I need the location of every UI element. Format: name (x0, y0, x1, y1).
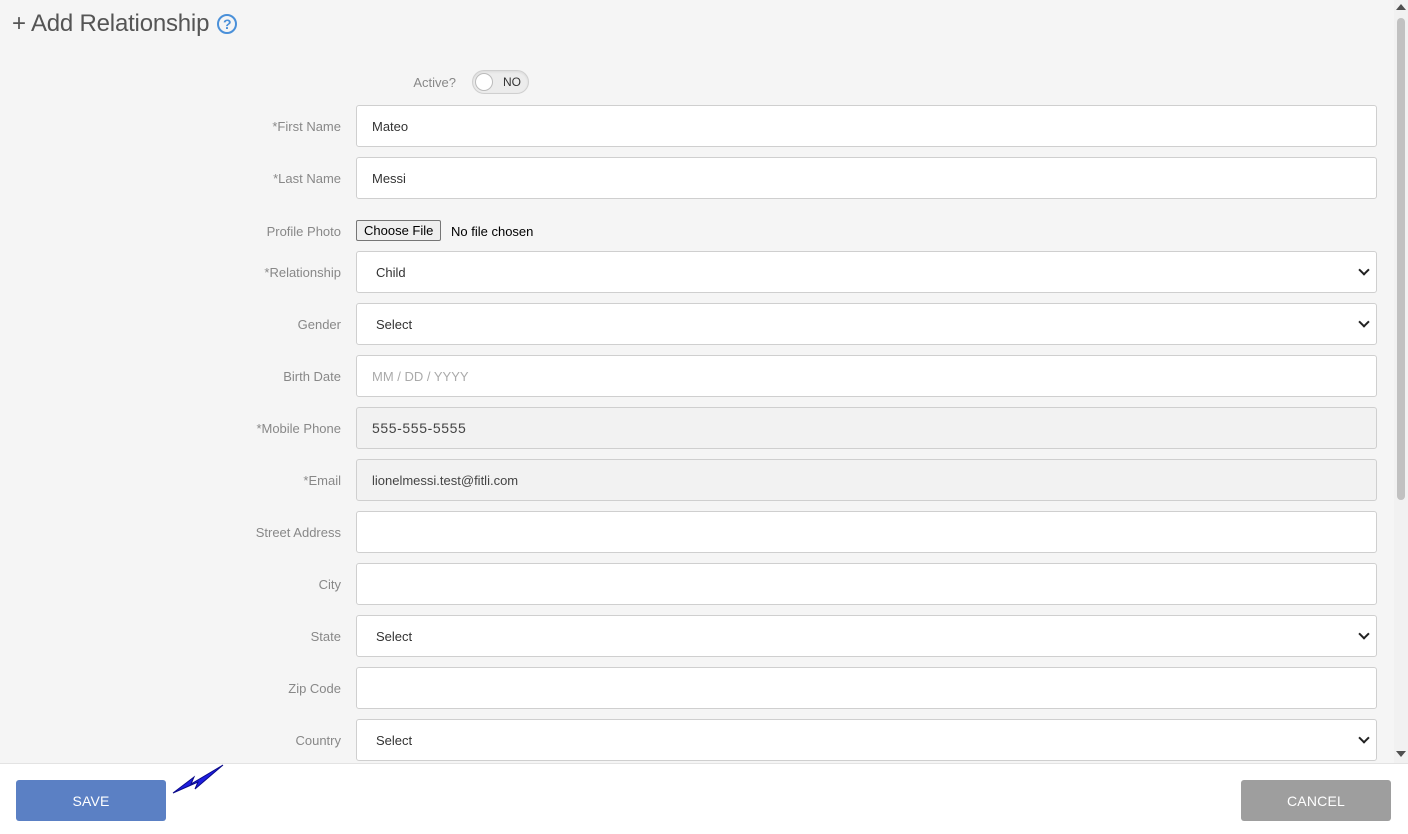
active-row: Active? NO (0, 70, 1394, 94)
street-address-label: Street Address (255, 524, 341, 540)
scroll-up-arrow-icon[interactable] (1396, 4, 1406, 10)
street-address-input[interactable] (356, 511, 1377, 553)
active-label: Active? (413, 74, 456, 90)
scroll-down-arrow-icon[interactable] (1396, 751, 1406, 757)
vertical-scrollbar[interactable] (1394, 0, 1408, 763)
profile-photo-row: Profile Photo Choose File No file chosen (0, 219, 1394, 243)
pointer-arrow-icon (172, 764, 224, 794)
email-row: *Email lionelmessi.test@fitli.com (0, 459, 1394, 501)
country-value: Select (376, 732, 413, 748)
country-select[interactable]: Select (356, 719, 1377, 761)
chevron-down-icon (1358, 316, 1370, 328)
street-address-row: Street Address (0, 511, 1394, 553)
scrollbar-thumb[interactable] (1397, 18, 1405, 500)
first-name-label: *First Name (272, 118, 341, 134)
last-name-input[interactable]: Messi (356, 157, 1377, 199)
page-title-text: + Add Relationship (12, 10, 210, 37)
save-button[interactable]: SAVE (16, 780, 166, 821)
zip-code-label: Zip Code (288, 680, 341, 696)
first-name-input[interactable]: Mateo (356, 105, 1377, 147)
state-label: State (310, 628, 341, 644)
state-select[interactable]: Select (356, 615, 1377, 657)
city-input[interactable] (356, 563, 1377, 605)
state-value: Select (376, 628, 413, 644)
mobile-phone-label: *Mobile Phone (256, 420, 341, 436)
relationship-row: *Relationship Child (0, 251, 1394, 293)
page-title: + Add Relationship ? (12, 10, 238, 38)
file-status: No file chosen (451, 223, 534, 239)
footer-bar: SAVE CANCEL (0, 763, 1408, 834)
gender-value: Select (376, 316, 413, 332)
profile-photo-label: Profile Photo (266, 223, 341, 239)
choose-file-button[interactable]: Choose File (356, 220, 442, 241)
toggle-state: NO (503, 75, 521, 89)
question-circle-icon[interactable]: ? (217, 14, 238, 34)
gender-label: Gender (297, 316, 341, 332)
city-label: City (318, 576, 341, 592)
chevron-down-icon (1358, 732, 1370, 744)
city-row: City (0, 563, 1394, 605)
mobile-phone-row: *Mobile Phone 555-555-5555 (0, 407, 1394, 449)
last-name-row: *Last Name Messi (0, 157, 1394, 199)
state-row: State Select (0, 615, 1394, 657)
form-scroll-area: + Add Relationship ? Active? NO *First N… (0, 0, 1394, 763)
birth-date-input[interactable]: MM / DD / YYYY (356, 355, 1377, 397)
relationship-select[interactable]: Child (356, 251, 1377, 293)
relationship-label: *Relationship (264, 264, 341, 280)
chevron-down-icon (1358, 264, 1370, 276)
birth-date-row: Birth Date MM / DD / YYYY (0, 355, 1394, 397)
last-name-label: *Last Name (273, 170, 341, 186)
email-label: *Email (303, 472, 341, 488)
gender-select[interactable]: Select (356, 303, 1377, 345)
country-row: Country Select (0, 719, 1394, 761)
mobile-phone-input[interactable]: 555-555-5555 (356, 407, 1377, 449)
cancel-button[interactable]: CANCEL (1241, 780, 1391, 821)
birth-date-label: Birth Date (283, 368, 341, 384)
first-name-row: *First Name Mateo (0, 105, 1394, 147)
chevron-down-icon (1358, 628, 1370, 640)
zip-code-input[interactable] (356, 667, 1377, 709)
active-toggle[interactable]: NO (472, 70, 529, 94)
toggle-knob (475, 73, 493, 91)
gender-row: Gender Select (0, 303, 1394, 345)
email-input[interactable]: lionelmessi.test@fitli.com (356, 459, 1377, 501)
relationship-value: Child (376, 264, 406, 280)
country-label: Country (295, 732, 341, 748)
zip-code-row: Zip Code (0, 667, 1394, 709)
